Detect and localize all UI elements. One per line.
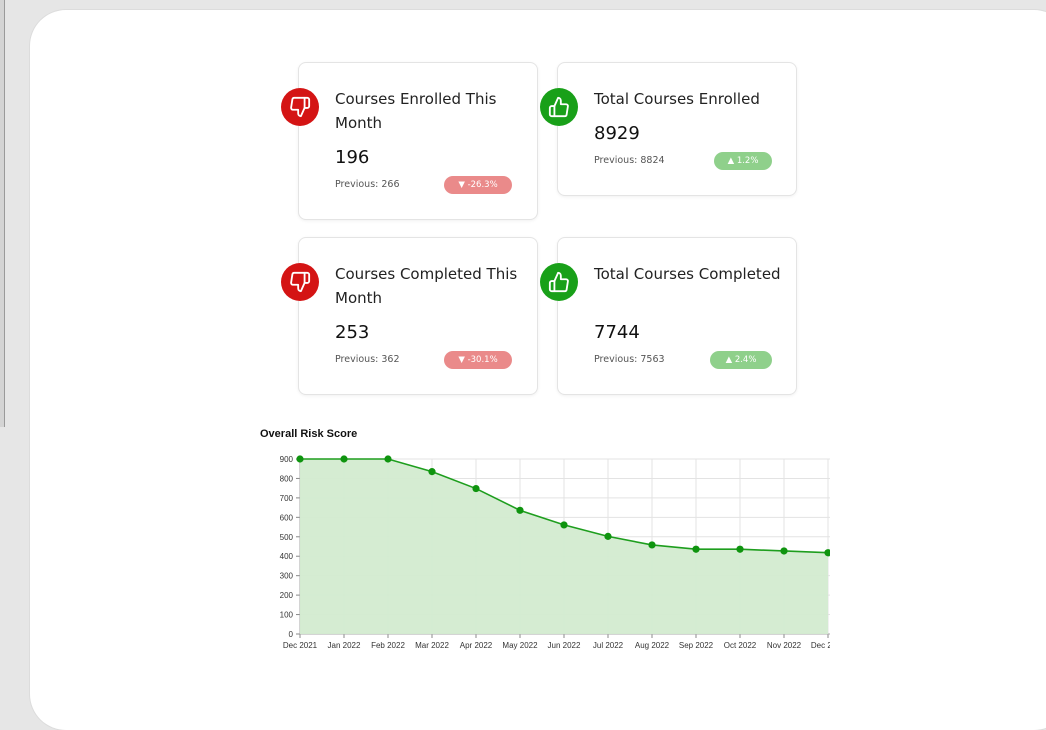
x-tick-label: Dec 2021 bbox=[283, 641, 318, 650]
data-point bbox=[516, 506, 524, 514]
y-tick-label: 700 bbox=[280, 494, 294, 503]
x-tick-label: Nov 2022 bbox=[767, 641, 802, 650]
y-tick-label: 300 bbox=[280, 572, 294, 581]
chart-title: Overall Risk Score bbox=[260, 428, 358, 440]
card-total-courses-enrolled[interactable]: Total Courses Enrolled 8929 Previous: 88… bbox=[557, 62, 797, 196]
x-tick-label: Aug 2022 bbox=[635, 641, 670, 650]
change-value: 1.2% bbox=[736, 156, 759, 166]
x-tick-label: Oct 2022 bbox=[724, 641, 757, 650]
card-courses-completed-this-month[interactable]: Courses Completed This Month 253 Previou… bbox=[298, 237, 538, 395]
card-total-courses-completed[interactable]: Total Courses Completed 7744 Previous: 7… bbox=[557, 237, 797, 395]
data-point bbox=[428, 468, 436, 476]
card-title: Courses Enrolled This Month bbox=[335, 90, 497, 132]
y-tick-label: 100 bbox=[280, 611, 294, 620]
thumbs-up-icon bbox=[540, 88, 578, 126]
x-tick-label: Jan 2022 bbox=[328, 641, 361, 650]
data-point bbox=[780, 547, 788, 555]
thumbs-down-icon bbox=[281, 263, 319, 301]
y-tick-label: 600 bbox=[280, 513, 294, 522]
data-point bbox=[692, 545, 700, 553]
thumbs-down-icon bbox=[281, 88, 319, 126]
card-title: Courses Completed This Month bbox=[335, 265, 518, 307]
y-tick-label: 400 bbox=[280, 552, 294, 561]
card-value: 7744 bbox=[594, 322, 640, 343]
card-value: 196 bbox=[335, 147, 370, 168]
data-point bbox=[384, 455, 392, 463]
change-value: -30.1% bbox=[467, 355, 498, 365]
x-tick-label: Mar 2022 bbox=[415, 641, 449, 650]
x-tick-label: Jun 2022 bbox=[548, 641, 581, 650]
x-tick-label: Sep 2022 bbox=[679, 641, 714, 650]
card-title: Total Courses Enrolled bbox=[594, 90, 760, 108]
y-tick-label: 900 bbox=[280, 455, 294, 464]
data-point bbox=[296, 455, 304, 463]
card-value: 8929 bbox=[594, 123, 640, 144]
change-value: -26.3% bbox=[467, 180, 498, 190]
x-tick-label: Feb 2022 bbox=[371, 641, 405, 650]
thumbs-up-icon bbox=[540, 263, 578, 301]
caret-down-icon: ▼ bbox=[458, 180, 465, 190]
card-previous: Previous: 362 bbox=[335, 354, 400, 365]
data-point bbox=[560, 521, 568, 529]
data-point bbox=[736, 545, 744, 553]
risk-score-chart: 0 100 200 300 400 500 600 700 800 900 Dec 2021 Jan … bbox=[280, 455, 830, 650]
card-previous: Previous: 266 bbox=[335, 179, 400, 190]
caret-up-icon: ▲ bbox=[727, 156, 735, 166]
change-pill: ▲ 2.4% bbox=[710, 351, 772, 369]
data-point bbox=[648, 541, 656, 549]
change-pill: ▼ -30.1% bbox=[444, 351, 512, 369]
x-tick-label: Jul 2022 bbox=[593, 641, 624, 650]
card-previous: Previous: 8824 bbox=[594, 155, 665, 166]
data-point bbox=[340, 455, 348, 463]
change-value: 2.4% bbox=[734, 355, 757, 365]
y-tick-label: 0 bbox=[289, 630, 294, 639]
x-tick-label: Dec 2022 bbox=[811, 641, 830, 650]
y-tick-label: 800 bbox=[280, 474, 294, 483]
data-point bbox=[604, 532, 612, 540]
change-pill: ▼ -26.3% bbox=[444, 176, 512, 194]
left-edge-strip bbox=[0, 0, 5, 427]
change-pill: ▲ 1.2% bbox=[714, 152, 772, 170]
data-point bbox=[472, 484, 480, 493]
card-previous: Previous: 7563 bbox=[594, 354, 665, 365]
card-courses-enrolled-this-month[interactable]: Courses Enrolled This Month 196 Previous… bbox=[298, 62, 538, 220]
x-tick-label: Apr 2022 bbox=[460, 641, 493, 650]
y-tick-label: 500 bbox=[280, 533, 294, 542]
card-title: Total Courses Completed bbox=[594, 265, 781, 283]
caret-down-icon: ▼ bbox=[458, 355, 465, 365]
x-tick-label: May 2022 bbox=[502, 641, 538, 650]
card-value: 253 bbox=[335, 322, 370, 343]
caret-up-icon: ▲ bbox=[725, 355, 733, 365]
y-tick-label: 200 bbox=[280, 591, 294, 600]
